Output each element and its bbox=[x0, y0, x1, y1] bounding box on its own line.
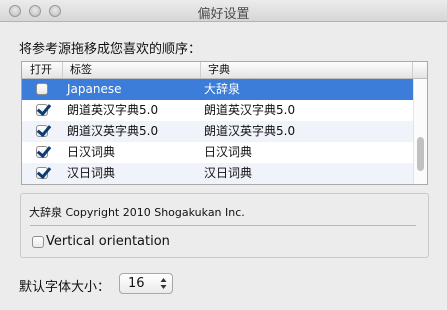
table-row[interactable]: 朗道英汉字典5.0 朗道英汉字典5.0 bbox=[22, 100, 413, 121]
title-bar: 偏好设置 bbox=[0, 0, 447, 22]
table-row[interactable]: 朗道汉英字典5.0 朗道汉英字典5.0 bbox=[22, 121, 413, 142]
row-dictionary: 汉日词典 bbox=[204, 166, 253, 180]
up-down-arrows-icon bbox=[160, 278, 167, 289]
enable-checkbox[interactable] bbox=[36, 83, 48, 95]
table-row[interactable]: 汉日词典 汉日词典 bbox=[22, 163, 413, 184]
window-title: 偏好设置 bbox=[197, 7, 250, 22]
row-dictionary: 朗道汉英字典5.0 bbox=[204, 124, 296, 138]
vertical-orientation-label[interactable]: Vertical orientation bbox=[46, 234, 170, 249]
table-body: Japanese 大辞泉 朗道英汉字典5.0 朗道英汉字典5.0 朗道汉英字典5… bbox=[22, 79, 413, 184]
copyright-text: 大辞泉 Copyright 2010 Shogakukan Inc. bbox=[29, 206, 245, 219]
row-dictionary: 大辞泉 bbox=[204, 82, 241, 96]
column-header-dictionary[interactable]: 字典 bbox=[201, 62, 413, 78]
preferences-window: 偏好设置 将参考源拖移成您喜欢的顺序： 打开 标签 字典 Japanese 大辞… bbox=[0, 0, 447, 310]
instruction-text: 将参考源拖移成您喜欢的顺序： bbox=[19, 42, 202, 57]
row-label: Japanese bbox=[67, 82, 122, 96]
dictionary-detail-panel: 大辞泉 Copyright 2010 Shogakukan Inc. Verti… bbox=[20, 193, 429, 258]
enable-checkbox[interactable] bbox=[36, 125, 48, 137]
row-label: 汉日词典 bbox=[67, 166, 116, 180]
scrollbar-thumb[interactable] bbox=[417, 137, 424, 171]
row-dictionary: 朗道英汉字典5.0 bbox=[204, 103, 296, 117]
enable-checkbox[interactable] bbox=[36, 104, 48, 116]
row-label: 朗道汉英字典5.0 bbox=[67, 124, 159, 138]
table-row[interactable]: Japanese 大辞泉 bbox=[22, 79, 413, 100]
font-size-label: 默认字体大小： bbox=[19, 280, 111, 295]
reference-sources-table: 打开 标签 字典 Japanese 大辞泉 朗道英汉字典5.0 朗道英汉字典5.… bbox=[21, 61, 428, 185]
column-header-open[interactable]: 打开 bbox=[22, 62, 63, 78]
font-size-value: 16 bbox=[128, 276, 145, 291]
table-row[interactable]: 日汉词典 日汉词典 bbox=[22, 142, 413, 163]
row-label: 日汉词典 bbox=[67, 145, 116, 159]
checkbox-box[interactable] bbox=[32, 236, 44, 248]
vertical-scrollbar[interactable] bbox=[413, 79, 427, 184]
column-header-label[interactable]: 标签 bbox=[63, 62, 201, 78]
table-header: 打开 标签 字典 bbox=[22, 62, 427, 79]
row-dictionary: 日汉词典 bbox=[204, 145, 253, 159]
font-size-popup[interactable]: 16 bbox=[119, 273, 173, 294]
enable-checkbox[interactable] bbox=[36, 146, 48, 158]
divider bbox=[30, 225, 416, 226]
enable-checkbox[interactable] bbox=[36, 167, 48, 179]
row-label: 朗道英汉字典5.0 bbox=[67, 103, 159, 117]
